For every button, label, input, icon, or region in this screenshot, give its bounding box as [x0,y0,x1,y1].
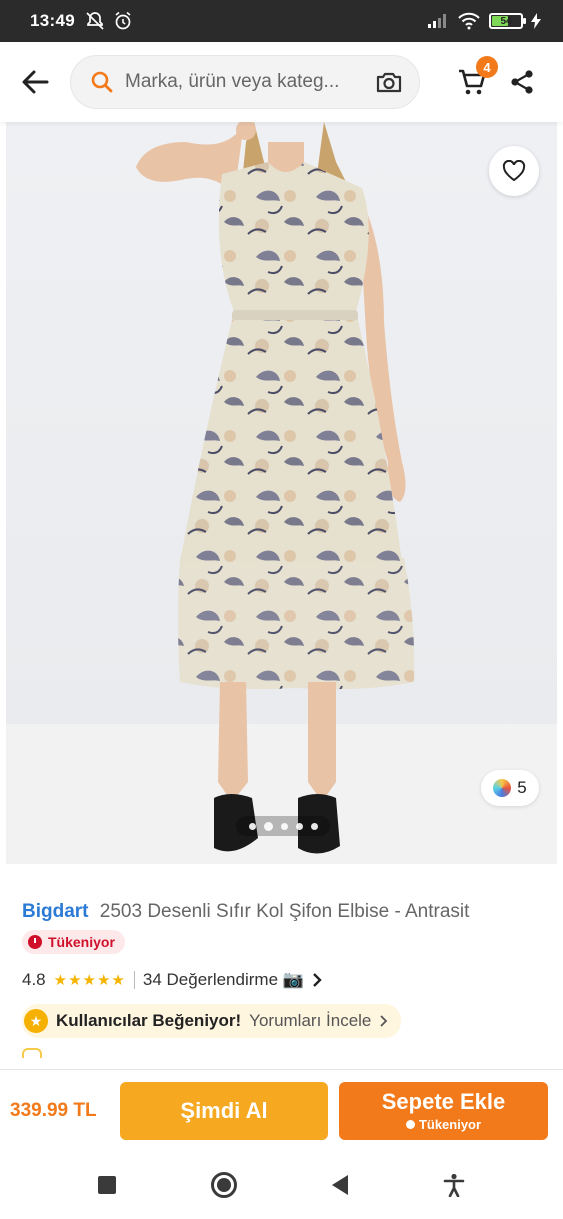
charging-icon [531,13,541,29]
arrow-left-icon [22,70,49,94]
price: 339.99 TL [10,1099,97,1121]
bottom-action-bar: 339.99 TL Şimdi Al Sepete Ekle Tükeniyor [0,1069,563,1151]
carousel-dot [248,822,256,830]
cart-button[interactable]: 4 [442,52,502,112]
accessibility-icon[interactable] [443,1173,465,1197]
product-image-carousel[interactable]: 5 [6,122,557,864]
product-name: 2503 Desenli Sıfır Kol Şifon Elbise - An… [99,901,470,922]
color-palette-icon [493,779,512,797]
add-to-cart-status: Tükeniyor [418,1117,482,1132]
chevron-right-icon [313,973,322,987]
carousel-dot [310,822,318,830]
carousel-dot [280,822,288,830]
status-bar: 13:49 54 [0,0,563,42]
color-count: 5 [517,778,527,797]
system-nav-bar [0,1151,563,1219]
product-title: Bigdart 2503 Desenli Sıfır Kol Şifon Elb… [22,900,541,924]
status-time: 13:49 [30,11,75,30]
share-icon [511,70,533,94]
product-photo [136,122,415,854]
add-to-cart-sublabel: Tükeniyor [405,1117,482,1132]
heart-icon [22,1048,42,1058]
users-like-banner[interactable]: ★ Kullanıcılar Beğeniyor! Yorumları İnce… [22,1004,402,1038]
recents-icon[interactable] [97,1176,116,1194]
battery-icon: 54 [489,13,526,29]
battery-level: 54 [500,15,512,27]
cart-count-badge: 4 [476,56,498,78]
reviews-link[interactable]: Yorumları İncele [249,1011,371,1031]
search-input[interactable]: Marka, ürün veya kateg... [70,55,420,109]
review-count: 34 Değerlendirme 📷 [142,970,304,989]
search-placeholder: Marka, ürün veya kateg... [125,71,340,92]
camera-search-icon[interactable] [375,70,403,94]
heart-icon [502,160,526,182]
buy-now-button[interactable]: Şimdi Al [120,1081,328,1140]
product-detail-screen: 13:49 54 Marka, ürün veya kateg... 4 5 B… [0,0,563,1219]
alarm-icon [115,11,131,30]
add-to-cart-button[interactable]: Sepete Ekle Tükeniyor [339,1081,548,1140]
stock-status-badge: Tükeniyor [22,930,125,954]
carousel-dot-active [263,821,273,831]
back-nav-icon[interactable] [332,1175,349,1195]
liked-label: Kullanıcılar Beğeniyor! [56,1011,242,1030]
carousel-indicator [236,816,330,836]
star-rating-icon: ★★★★★ [53,972,126,989]
clock-icon [405,1120,415,1129]
notifications-off-icon [86,12,104,30]
divider [133,971,135,989]
favorite-button[interactable] [489,146,539,196]
search-icon [91,71,113,93]
top-bar: Marka, ürün veya kateg... 4 [0,42,563,122]
star-badge-icon: ★ [24,1009,48,1033]
add-to-cart-label: Sepete Ekle [381,1089,506,1114]
carousel-dot [295,822,303,830]
buy-now-label: Şimdi Al [180,1097,268,1123]
brand-link[interactable]: Bigdart [22,901,89,922]
clock-icon [28,935,42,949]
home-icon[interactable] [210,1172,237,1198]
rating-value: 4.8 [22,970,46,989]
signal-icon [428,14,446,28]
partially-hidden-row [22,1048,202,1062]
rating-row[interactable]: 4.8 ★★★★★ 34 Değerlendirme 📷 [22,970,541,990]
wifi-icon [458,12,480,30]
product-info: Bigdart 2503 Desenli Sıfır Kol Şifon Elb… [0,864,563,1062]
chevron-right-icon [380,1015,388,1027]
color-options-chip[interactable]: 5 [481,770,539,806]
back-button[interactable] [0,42,70,122]
share-button[interactable] [502,52,542,112]
stock-status-text: Tükeniyor [48,934,115,950]
